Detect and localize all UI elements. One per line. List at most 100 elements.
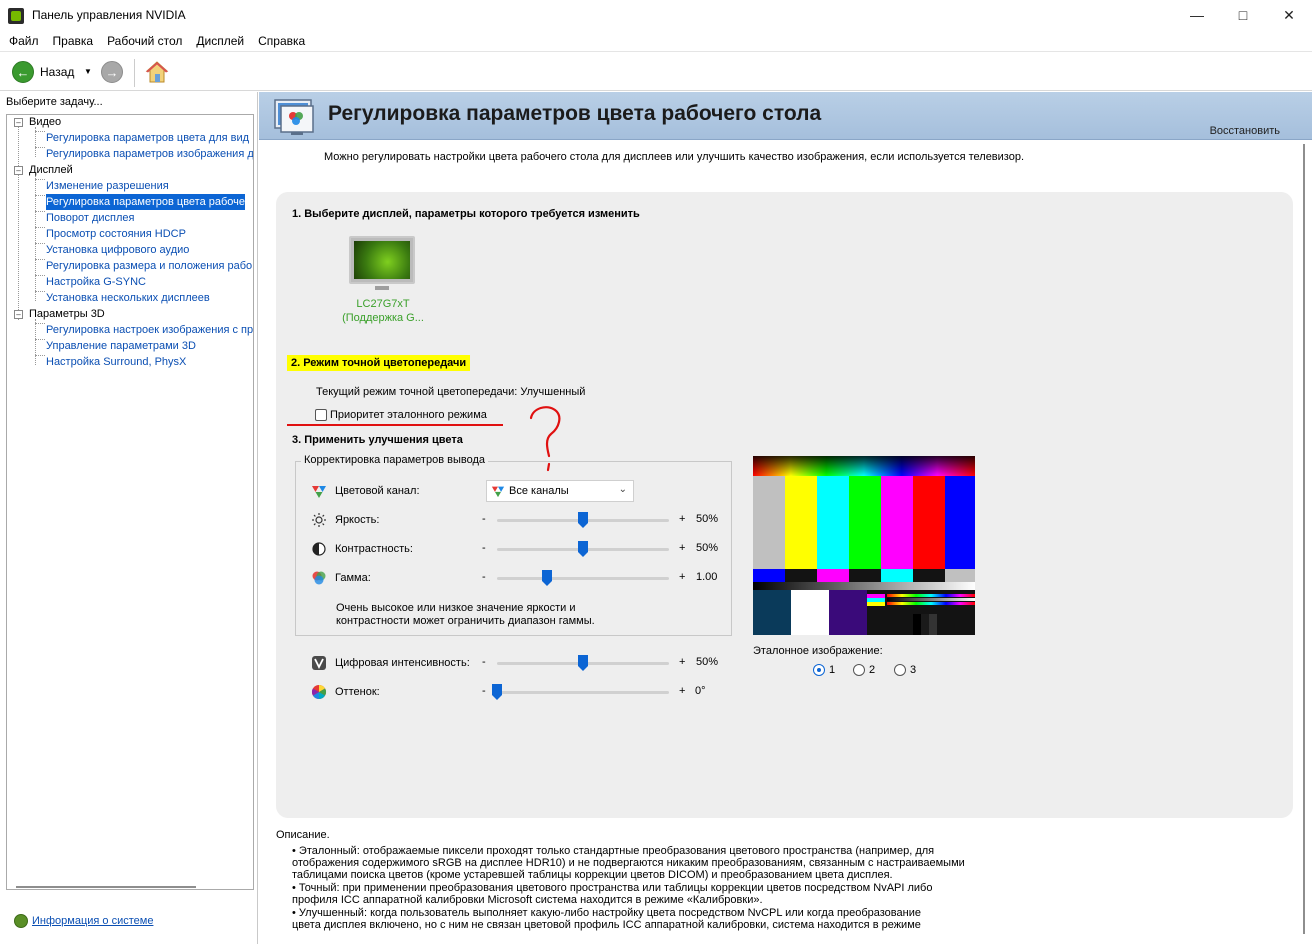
reference-priority-checkbox-row[interactable]: Приоритет эталонного режима <box>315 409 487 421</box>
contrast-slider-thumb[interactable] <box>578 541 588 557</box>
monitor-subtitle[interactable]: (Поддержка G... <box>319 311 447 325</box>
hue-slider[interactable] <box>497 691 669 694</box>
contrast-minus-label: - <box>482 542 486 554</box>
description-line: • Эталонный: отображаемые пиксели проход… <box>292 845 935 857</box>
home-icon[interactable] <box>145 60 169 84</box>
description-heading: Описание. <box>276 829 330 841</box>
tree-item-surround-physx[interactable]: Настройка Surround, PhysX <box>46 354 186 370</box>
description-line: • Точный: при применении преобразования … <box>292 882 933 894</box>
digital-vibrance-slider-thumb[interactable] <box>578 655 588 671</box>
digital-vibrance-icon <box>312 656 326 670</box>
menu-display[interactable]: Дисплей <box>189 34 251 48</box>
task-panel-header: Выберите задачу... <box>6 96 103 108</box>
contrast-label: Контрастность: <box>335 543 413 555</box>
description-line: таблицами поиска цветов (кроме устаревше… <box>292 869 893 881</box>
digital-vibrance-label: Цифровая интенсивность: <box>335 657 470 669</box>
reference-image-radio-3[interactable]: 3 <box>894 664 916 676</box>
collapse-3d-icon[interactable]: – <box>14 310 23 319</box>
monitor-icon <box>349 236 415 284</box>
radio-unselected-icon[interactable] <box>894 664 906 676</box>
tree-item-3d-image[interactable]: Регулировка настроек изображения с пр <box>46 322 253 338</box>
gamma-range-note: Очень высокое или низкое значение яркост… <box>336 602 595 628</box>
contrast-value: 50% <box>696 542 719 554</box>
close-button[interactable]: ✕ <box>1266 0 1312 30</box>
tree-item-resolution[interactable]: Изменение разрешения <box>46 178 169 194</box>
tree-item-multi-display[interactable]: Установка нескольких дисплеев <box>46 290 210 306</box>
minimize-button[interactable]: — <box>1174 0 1220 30</box>
tree-item-desktop-color[interactable]: Регулировка параметров цвета рабоче <box>46 194 246 210</box>
desktop-color-icon <box>274 99 314 135</box>
forward-button[interactable]: → <box>101 61 123 83</box>
tree-item-rotate[interactable]: Поворот дисплея <box>46 210 134 226</box>
reference-option-1-label[interactable]: 1 <box>829 664 835 676</box>
back-button[interactable]: ← <box>12 61 34 83</box>
title-bar: Панель управления NVIDIA — □ ✕ <box>0 0 1312 30</box>
task-panel: Выберите задачу... – Видео Регулировка п… <box>0 92 258 944</box>
gamma-slider-thumb[interactable] <box>541 570 552 586</box>
brightness-minus-label: - <box>482 513 486 525</box>
monitor-name[interactable]: LC27G7xT <box>319 297 447 311</box>
tree-category-video[interactable]: Видео <box>29 115 61 130</box>
hue-value: 0° <box>695 685 706 697</box>
menu-file[interactable]: Файл <box>2 34 46 48</box>
display-selector[interactable] <box>347 234 417 292</box>
reference-option-3-label[interactable]: 3 <box>910 664 916 676</box>
hue-slider-thumb[interactable] <box>492 684 502 700</box>
reference-option-2-label[interactable]: 2 <box>869 664 875 676</box>
restore-link[interactable]: Восстановить <box>1210 125 1280 137</box>
reference-image-radio-2[interactable]: 2 <box>853 664 875 676</box>
brightness-slider-thumb[interactable] <box>578 512 588 528</box>
tree-item-3d-manage[interactable]: Управление параметрами 3D <box>46 338 196 354</box>
gamma-minus-label: - <box>482 571 486 583</box>
color-channel-select[interactable]: Все каналы ⌄ <box>486 480 634 502</box>
reference-priority-checkbox[interactable] <box>315 409 327 421</box>
collapse-video-icon[interactable]: – <box>14 118 23 127</box>
gamma-value: 1.00 <box>696 571 718 583</box>
arrow-right-icon: → <box>105 64 119 80</box>
hue-icon <box>312 685 326 699</box>
tree-item-video-color[interactable]: Регулировка параметров цвета для вид <box>46 130 249 146</box>
task-tree[interactable]: – Видео Регулировка параметров цвета для… <box>6 114 254 890</box>
tree-item-gsync[interactable]: Настройка G-SYNC <box>46 274 146 290</box>
description-line: отображения содержимого sRGB на дисплее … <box>292 857 965 869</box>
tree-item-desktop-size[interactable]: Регулировка размера и положения рабо <box>46 258 252 274</box>
gamma-range-note-line2: контрастности может ограничить диапазон … <box>336 615 595 627</box>
description-line: цвета дисплея включено, но с ним не связ… <box>292 919 921 931</box>
digital-vibrance-minus-label: - <box>482 656 486 668</box>
tree-item-video-image[interactable]: Регулировка параметров изображения д <box>46 146 253 162</box>
menu-edit[interactable]: Правка <box>46 34 101 48</box>
toolbar-separator <box>134 59 135 87</box>
all-channels-icon <box>491 486 505 498</box>
menu-desktop[interactable]: Рабочий стол <box>100 34 189 48</box>
reference-image-radio-1[interactable]: 1 <box>813 664 835 676</box>
gamma-label: Гамма: <box>335 572 371 584</box>
tree-horizontal-scrollbar[interactable] <box>16 886 196 888</box>
menu-help[interactable]: Справка <box>251 34 312 48</box>
back-label[interactable]: Назад <box>40 65 74 79</box>
maximize-button[interactable]: □ <box>1220 0 1266 30</box>
contrast-icon <box>312 542 326 556</box>
gamma-slider[interactable] <box>497 577 669 580</box>
brightness-value: 50% <box>696 513 719 525</box>
page-title: Регулировка параметров цвета рабочего ст… <box>328 102 822 125</box>
brightness-plus-label: + <box>679 513 686 525</box>
description-line: профиля ICC аппаратной калибровки Micros… <box>292 894 763 906</box>
brightness-icon <box>312 513 326 527</box>
gamma-plus-label: + <box>679 571 686 583</box>
hue-minus-label: - <box>482 685 486 697</box>
hue-plus-label: + <box>679 685 686 697</box>
window-title: Панель управления NVIDIA <box>32 8 186 22</box>
content-panel: Регулировка параметров цвета рабочего ст… <box>259 92 1312 944</box>
radio-unselected-icon[interactable] <box>853 664 865 676</box>
tree-item-digital-audio[interactable]: Установка цифрового аудио <box>46 242 189 258</box>
tree-item-hdcp[interactable]: Просмотр состояния HDCP <box>46 226 186 242</box>
tree-category-display[interactable]: Дисплей <box>29 162 73 178</box>
tree-category-3d[interactable]: Параметры 3D <box>29 306 105 322</box>
system-info[interactable]: Информация о системе <box>14 914 153 928</box>
reference-priority-label[interactable]: Приоритет эталонного режима <box>330 409 487 421</box>
collapse-display-icon[interactable]: – <box>14 166 23 175</box>
content-vertical-scrollbar[interactable] <box>1297 140 1312 944</box>
radio-selected-icon[interactable] <box>813 664 825 676</box>
back-history-dropdown-icon[interactable]: ▼ <box>84 67 92 76</box>
system-info-link[interactable]: Информация о системе <box>32 915 153 927</box>
